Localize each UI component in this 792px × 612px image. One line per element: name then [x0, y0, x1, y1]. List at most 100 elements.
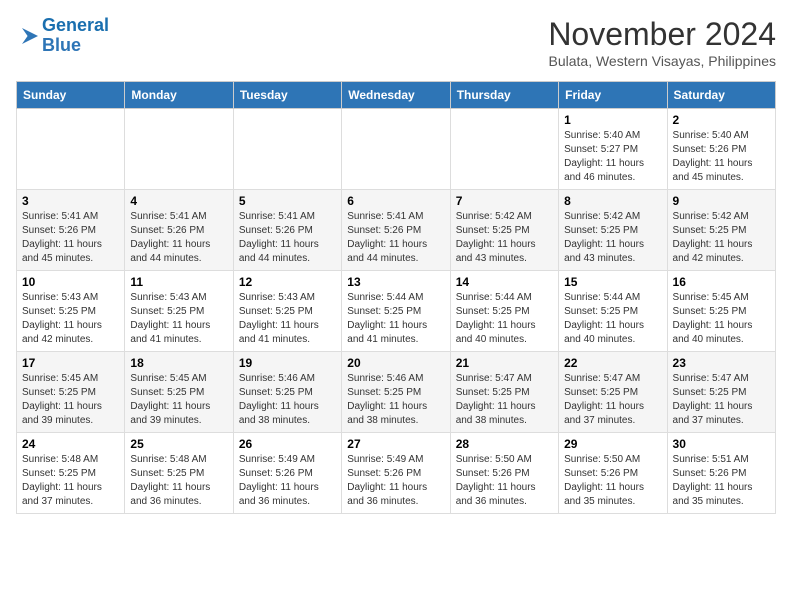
calendar-cell: 15 Sunrise: 5:44 AM Sunset: 5:25 PM Dayli…: [559, 271, 667, 352]
month-title: November 2024: [548, 16, 776, 53]
calendar-cell: 24Sunrise: 5:48 AM Sunset: 5:25 PM Dayli…: [17, 433, 125, 514]
day-number: 19: [239, 356, 336, 370]
calendar-cell: [450, 109, 558, 190]
day-number: 10: [22, 275, 119, 289]
week-row-3: 10 Sunrise: 5:43 AM Sunset: 5:25 PM Dayli…: [17, 271, 776, 352]
day-info: Sunrise: 5:48 AM Sunset: 5:25 PM Dayligh…: [22, 453, 119, 509]
day-number: 20: [347, 356, 444, 370]
day-number: 23: [673, 356, 770, 370]
day-info: Sunrise: 5:41 AM Sunset: 5:26 PM Dayligh…: [22, 210, 119, 266]
calendar-cell: [125, 109, 233, 190]
day-info: Sunrise: 5:44 AM Sunset: 5:25 PM Dayligh…: [456, 291, 553, 347]
calendar-cell: 4 Sunrise: 5:41 AM Sunset: 5:26 PM Daylig…: [125, 190, 233, 271]
calendar-cell: 19 Sunrise: 5:46 AM Sunset: 5:25 PM Dayli…: [233, 352, 341, 433]
calendar-cell: 7Sunrise: 5:42 AM Sunset: 5:25 PM Daylig…: [450, 190, 558, 271]
day-number: 15: [564, 275, 661, 289]
calendar-cell: 8 Sunrise: 5:42 AM Sunset: 5:25 PM Daylig…: [559, 190, 667, 271]
week-row-1: 1Sunrise: 5:40 AM Sunset: 5:27 PM Daylig…: [17, 109, 776, 190]
logo-icon: [18, 24, 42, 48]
calendar-cell: 21 Sunrise: 5:47 AM Sunset: 5:25 PM Dayli…: [450, 352, 558, 433]
title-section: November 2024 Bulata, Western Visayas, P…: [548, 16, 776, 69]
calendar-cell: [342, 109, 450, 190]
calendar-cell: 3Sunrise: 5:41 AM Sunset: 5:26 PM Daylig…: [17, 190, 125, 271]
weekday-header-wednesday: Wednesday: [342, 82, 450, 109]
calendar-cell: 28 Sunrise: 5:50 AM Sunset: 5:26 PM Dayli…: [450, 433, 558, 514]
day-number: 21: [456, 356, 553, 370]
day-number: 2: [673, 113, 770, 127]
weekday-header-monday: Monday: [125, 82, 233, 109]
day-info: Sunrise: 5:41 AM Sunset: 5:26 PM Dayligh…: [239, 210, 336, 266]
day-number: 12: [239, 275, 336, 289]
weekday-header-tuesday: Tuesday: [233, 82, 341, 109]
calendar-cell: 2 Sunrise: 5:40 AM Sunset: 5:26 PM Daylig…: [667, 109, 775, 190]
day-info: Sunrise: 5:50 AM Sunset: 5:26 PM Dayligh…: [456, 453, 553, 509]
day-number: 16: [673, 275, 770, 289]
calendar-cell: 9 Sunrise: 5:42 AM Sunset: 5:25 PM Daylig…: [667, 190, 775, 271]
day-info: Sunrise: 5:42 AM Sunset: 5:25 PM Dayligh…: [564, 210, 661, 266]
day-info: Sunrise: 5:49 AM Sunset: 5:26 PM Dayligh…: [239, 453, 336, 509]
header: General Blue November 2024 Bulata, Weste…: [16, 16, 776, 69]
week-row-2: 3Sunrise: 5:41 AM Sunset: 5:26 PM Daylig…: [17, 190, 776, 271]
day-number: 8: [564, 194, 661, 208]
calendar-cell: 20 Sunrise: 5:46 AM Sunset: 5:25 PM Dayli…: [342, 352, 450, 433]
day-info: Sunrise: 5:47 AM Sunset: 5:25 PM Dayligh…: [564, 372, 661, 428]
day-number: 28: [456, 437, 553, 451]
weekday-header-row: SundayMondayTuesdayWednesdayThursdayFrid…: [17, 82, 776, 109]
week-row-5: 24Sunrise: 5:48 AM Sunset: 5:25 PM Dayli…: [17, 433, 776, 514]
day-info: Sunrise: 5:45 AM Sunset: 5:25 PM Dayligh…: [130, 372, 227, 428]
day-number: 9: [673, 194, 770, 208]
day-number: 17: [22, 356, 119, 370]
day-info: Sunrise: 5:42 AM Sunset: 5:25 PM Dayligh…: [673, 210, 770, 266]
day-number: 18: [130, 356, 227, 370]
day-number: 22: [564, 356, 661, 370]
day-info: Sunrise: 5:46 AM Sunset: 5:25 PM Dayligh…: [347, 372, 444, 428]
day-number: 4: [130, 194, 227, 208]
calendar-cell: 10 Sunrise: 5:43 AM Sunset: 5:25 PM Dayli…: [17, 271, 125, 352]
logo-text: General Blue: [42, 16, 109, 56]
day-number: 29: [564, 437, 661, 451]
day-info: Sunrise: 5:41 AM Sunset: 5:26 PM Dayligh…: [130, 210, 227, 266]
calendar-cell: 17 Sunrise: 5:45 AM Sunset: 5:25 PM Dayli…: [17, 352, 125, 433]
day-info: Sunrise: 5:45 AM Sunset: 5:25 PM Dayligh…: [22, 372, 119, 428]
calendar-cell: [17, 109, 125, 190]
calendar-cell: 27 Sunrise: 5:49 AM Sunset: 5:26 PM Dayli…: [342, 433, 450, 514]
day-number: 26: [239, 437, 336, 451]
day-info: Sunrise: 5:44 AM Sunset: 5:25 PM Dayligh…: [564, 291, 661, 347]
day-info: Sunrise: 5:46 AM Sunset: 5:25 PM Dayligh…: [239, 372, 336, 428]
day-number: 14: [456, 275, 553, 289]
day-number: 6: [347, 194, 444, 208]
calendar-cell: 11Sunrise: 5:43 AM Sunset: 5:25 PM Dayli…: [125, 271, 233, 352]
day-info: Sunrise: 5:50 AM Sunset: 5:26 PM Dayligh…: [564, 453, 661, 509]
day-number: 7: [456, 194, 553, 208]
day-info: Sunrise: 5:48 AM Sunset: 5:25 PM Dayligh…: [130, 453, 227, 509]
day-info: Sunrise: 5:47 AM Sunset: 5:25 PM Dayligh…: [456, 372, 553, 428]
day-info: Sunrise: 5:44 AM Sunset: 5:25 PM Dayligh…: [347, 291, 444, 347]
week-row-4: 17 Sunrise: 5:45 AM Sunset: 5:25 PM Dayli…: [17, 352, 776, 433]
day-number: 25: [130, 437, 227, 451]
logo: General Blue: [16, 16, 109, 56]
day-info: Sunrise: 5:43 AM Sunset: 5:25 PM Dayligh…: [22, 291, 119, 347]
day-info: Sunrise: 5:41 AM Sunset: 5:26 PM Dayligh…: [347, 210, 444, 266]
calendar-cell: 1Sunrise: 5:40 AM Sunset: 5:27 PM Daylig…: [559, 109, 667, 190]
calendar-table: SundayMondayTuesdayWednesdayThursdayFrid…: [16, 81, 776, 514]
day-number: 27: [347, 437, 444, 451]
day-info: Sunrise: 5:45 AM Sunset: 5:25 PM Dayligh…: [673, 291, 770, 347]
day-info: Sunrise: 5:40 AM Sunset: 5:26 PM Dayligh…: [673, 129, 770, 185]
day-number: 11: [130, 275, 227, 289]
calendar-cell: 13Sunrise: 5:44 AM Sunset: 5:25 PM Dayli…: [342, 271, 450, 352]
location-title: Bulata, Western Visayas, Philippines: [548, 53, 776, 69]
day-info: Sunrise: 5:51 AM Sunset: 5:26 PM Dayligh…: [673, 453, 770, 509]
calendar-cell: 30Sunrise: 5:51 AM Sunset: 5:26 PM Dayli…: [667, 433, 775, 514]
day-info: Sunrise: 5:40 AM Sunset: 5:27 PM Dayligh…: [564, 129, 661, 185]
weekday-header-sunday: Sunday: [17, 82, 125, 109]
day-number: 5: [239, 194, 336, 208]
calendar-cell: 16 Sunrise: 5:45 AM Sunset: 5:25 PM Dayli…: [667, 271, 775, 352]
calendar-cell: 18 Sunrise: 5:45 AM Sunset: 5:25 PM Dayli…: [125, 352, 233, 433]
day-info: Sunrise: 5:43 AM Sunset: 5:25 PM Dayligh…: [239, 291, 336, 347]
weekday-header-friday: Friday: [559, 82, 667, 109]
calendar-cell: 29 Sunrise: 5:50 AM Sunset: 5:26 PM Dayli…: [559, 433, 667, 514]
calendar-cell: 14 Sunrise: 5:44 AM Sunset: 5:25 PM Dayli…: [450, 271, 558, 352]
day-info: Sunrise: 5:49 AM Sunset: 5:26 PM Dayligh…: [347, 453, 444, 509]
calendar-cell: 5 Sunrise: 5:41 AM Sunset: 5:26 PM Daylig…: [233, 190, 341, 271]
weekday-header-saturday: Saturday: [667, 82, 775, 109]
